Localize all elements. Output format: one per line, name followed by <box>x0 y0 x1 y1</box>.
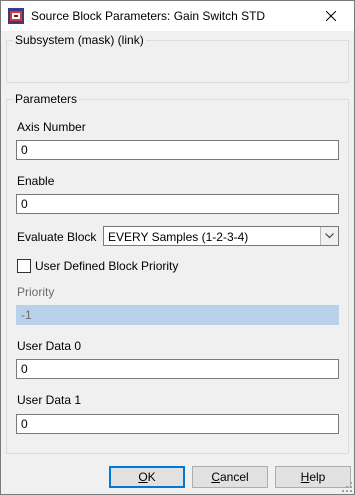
priority-label: Priority <box>17 285 55 299</box>
user-data-1-input[interactable]: 0 <box>16 414 339 434</box>
axis-number-label: Axis Number <box>17 120 86 134</box>
user-priority-checkbox[interactable] <box>17 259 31 273</box>
dropdown-button[interactable] <box>320 227 338 245</box>
subsystem-legend: Subsystem (mask) (link) <box>15 33 144 47</box>
cancel-label-rest: ancel <box>219 470 249 484</box>
chevron-down-icon <box>325 233 334 239</box>
close-icon <box>326 11 336 21</box>
user-data-0-input[interactable]: 0 <box>16 359 339 379</box>
evaluate-block-value: EVERY Samples (1-2-3-4) <box>108 230 249 244</box>
user-data-0-label: User Data 0 <box>17 339 82 353</box>
axis-number-input[interactable]: 0 <box>16 140 339 160</box>
dialog-window: Source Block Parameters: Gain Switch STD… <box>0 0 355 495</box>
enable-input[interactable]: 0 <box>16 194 339 214</box>
ok-label-rest: K <box>147 470 156 484</box>
close-button[interactable] <box>308 1 354 31</box>
ok-button[interactable]: OK <box>109 466 185 488</box>
subsystem-group: Subsystem (mask) (link) <box>6 33 349 83</box>
window-title: Source Block Parameters: Gain Switch STD <box>31 9 266 23</box>
simulink-block-icon <box>8 8 24 24</box>
help-label-rest: elp <box>309 470 326 484</box>
title-bar[interactable]: Source Block Parameters: Gain Switch STD <box>1 1 354 31</box>
parameters-legend: Parameters <box>15 92 78 106</box>
ok-mnemonic: O <box>138 470 148 484</box>
cancel-button[interactable]: Cancel <box>192 466 268 488</box>
user-priority-label: User Defined Block Priority <box>35 259 179 273</box>
cancel-mnemonic: C <box>211 470 220 484</box>
evaluate-block-label: Evaluate Block <box>17 230 97 244</box>
evaluate-block-select[interactable]: EVERY Samples (1-2-3-4) <box>103 226 339 246</box>
user-data-1-label: User Data 1 <box>17 393 82 407</box>
resize-grip-icon[interactable] <box>342 482 352 492</box>
help-button[interactable]: Help <box>275 466 351 488</box>
priority-input: -1 <box>16 305 339 325</box>
enable-label: Enable <box>17 174 55 188</box>
